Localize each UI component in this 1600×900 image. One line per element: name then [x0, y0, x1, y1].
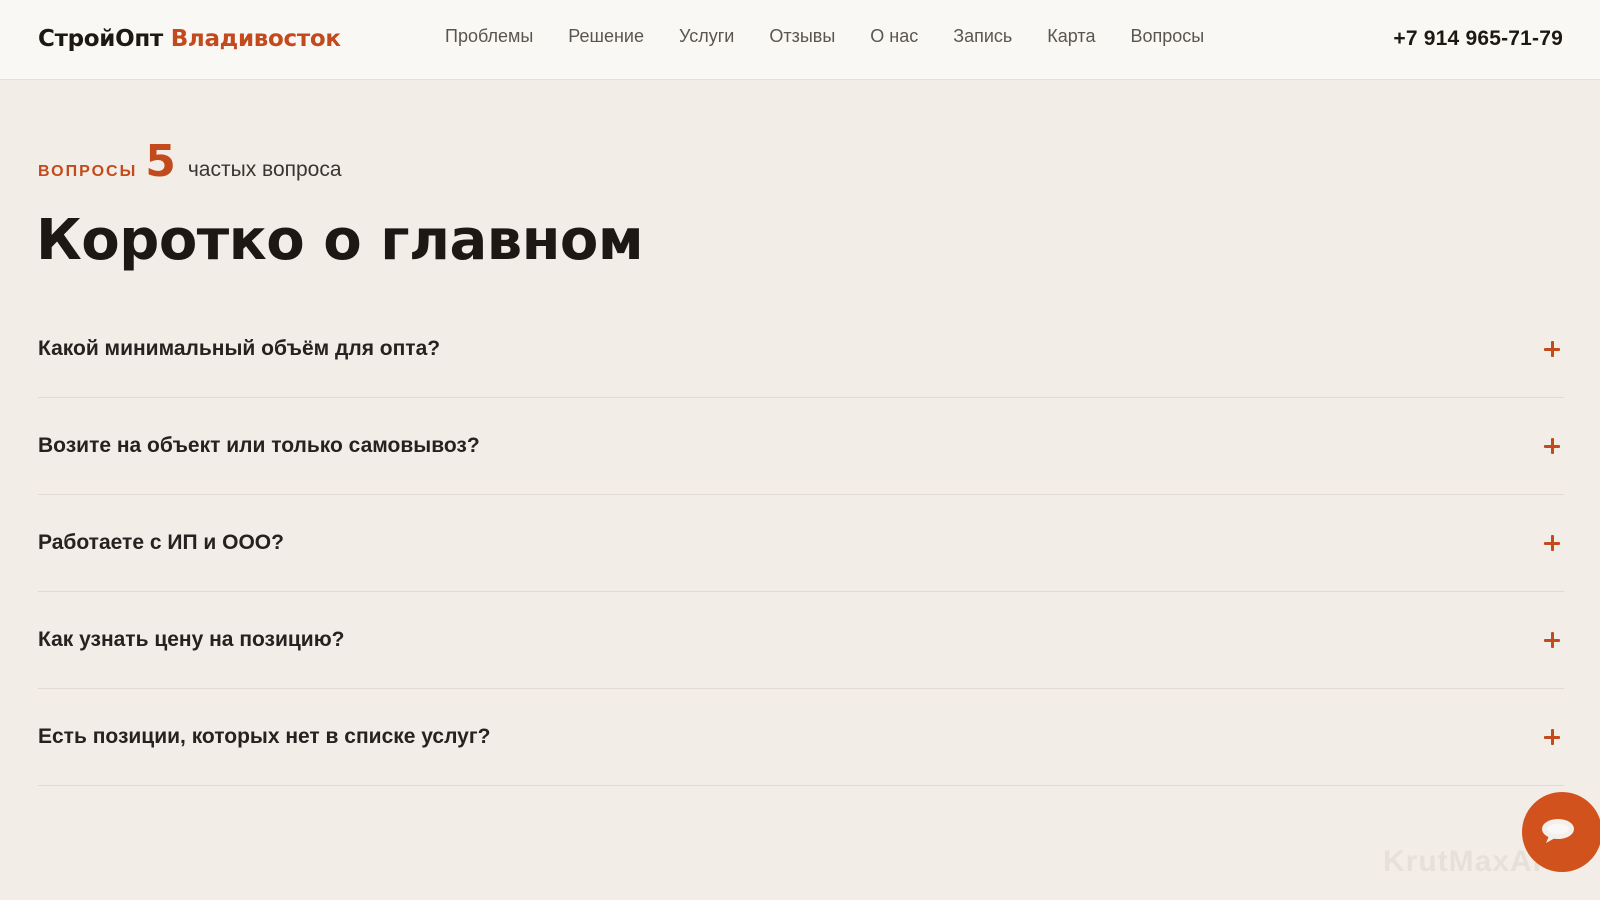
eyebrow-count: 5 — [145, 136, 176, 187]
nav-item-about[interactable]: О нас — [870, 26, 918, 47]
logo-main-text: СтройОпт — [38, 26, 163, 52]
faq-item[interactable]: Как узнать цену на позицию? — [38, 592, 1564, 689]
watermark: KrutMaxAI — [1383, 845, 1543, 878]
chat-button[interactable] — [1522, 792, 1600, 872]
plus-icon[interactable] — [1544, 729, 1560, 745]
faq-item[interactable]: Работаете с ИП и ООО? — [38, 495, 1564, 592]
section-title: Коротко о главном — [36, 208, 644, 273]
nav-item-map[interactable]: Карта — [1047, 26, 1095, 47]
nav-item-booking[interactable]: Запись — [953, 26, 1012, 47]
nav-item-faq[interactable]: Вопросы — [1130, 26, 1204, 47]
phone-link[interactable]: +7 914 965-71-79 — [1393, 27, 1563, 51]
chat-bubble-icon — [1542, 819, 1574, 843]
logo-city-text: Владивосток — [170, 26, 341, 52]
faq-question: Есть позиции, которых нет в списке услуг… — [38, 725, 491, 748]
nav-item-services[interactable]: Услуги — [679, 26, 734, 47]
faq-question: Какой минимальный объём для опта? — [38, 337, 441, 360]
faq-item[interactable]: Есть позиции, которых нет в списке услуг… — [38, 689, 1564, 786]
faq-item[interactable]: Какой минимальный объём для опта? — [38, 301, 1564, 398]
nav-item-solution[interactable]: Решение — [568, 26, 644, 47]
plus-icon[interactable] — [1544, 632, 1560, 648]
nav-item-reviews[interactable]: Отзывы — [769, 26, 835, 47]
faq-question: Как узнать цену на позицию? — [38, 628, 345, 651]
main-nav: Проблемы Решение Услуги Отзывы О нас Зап… — [445, 26, 1204, 47]
faq-question: Возите на объект или только самовывоз? — [38, 434, 480, 457]
plus-icon[interactable] — [1544, 341, 1560, 357]
section-eyebrow: Вопросы 5 частых вопроса — [38, 140, 342, 184]
faq-question: Работаете с ИП и ООО? — [38, 531, 284, 554]
faq-list: Какой минимальный объём для опта? Возите… — [38, 301, 1564, 786]
plus-icon[interactable] — [1544, 438, 1560, 454]
logo[interactable]: СтройОпт Владивосток — [38, 26, 341, 52]
plus-icon[interactable] — [1544, 535, 1560, 551]
eyebrow-label: Вопросы — [38, 163, 138, 180]
eyebrow-text: частых вопроса — [187, 158, 342, 181]
site-header: СтройОпт Владивосток Проблемы Решение Ус… — [0, 0, 1600, 80]
nav-item-problems[interactable]: Проблемы — [445, 26, 533, 47]
faq-item[interactable]: Возите на объект или только самовывоз? — [38, 398, 1564, 495]
